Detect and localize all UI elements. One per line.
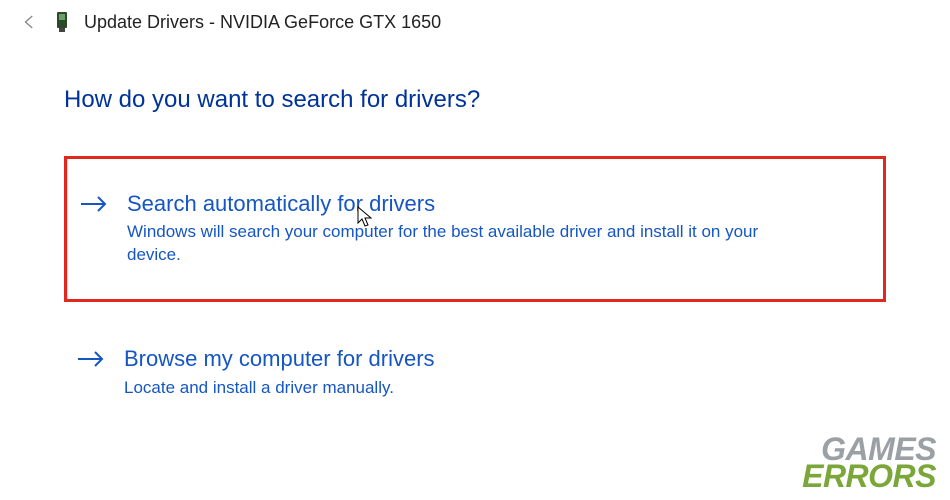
option-browse-computer[interactable]: Browse my computer for drivers Locate an…: [64, 328, 886, 417]
option-text: Browse my computer for drivers Locate an…: [124, 346, 868, 399]
watermark: GAMES ERRORS: [802, 436, 936, 490]
arrow-right-icon: [79, 193, 109, 217]
device-gpu-icon: [54, 10, 70, 34]
option-title: Browse my computer for drivers: [124, 346, 868, 372]
dialog-content: How do you want to search for drivers? S…: [0, 42, 950, 418]
arrow-right-icon: [76, 348, 106, 372]
watermark-line1: GAMES: [802, 436, 936, 463]
window-title: Update Drivers - NVIDIA GeForce GTX 1650: [84, 12, 441, 33]
option-search-automatically[interactable]: Search automatically for drivers Windows…: [64, 156, 886, 302]
question-heading: How do you want to search for drivers?: [64, 86, 886, 114]
option-text: Search automatically for drivers Windows…: [127, 191, 865, 267]
option-list: Search automatically for drivers Windows…: [64, 156, 886, 418]
option-description: Windows will search your computer for th…: [127, 221, 767, 267]
option-description: Locate and install a driver manually.: [124, 377, 764, 400]
watermark-line2: ERRORS: [802, 463, 936, 490]
option-title: Search automatically for drivers: [127, 191, 865, 217]
back-arrow-icon[interactable]: [20, 12, 40, 32]
titlebar: Update Drivers - NVIDIA GeForce GTX 1650: [0, 0, 950, 42]
